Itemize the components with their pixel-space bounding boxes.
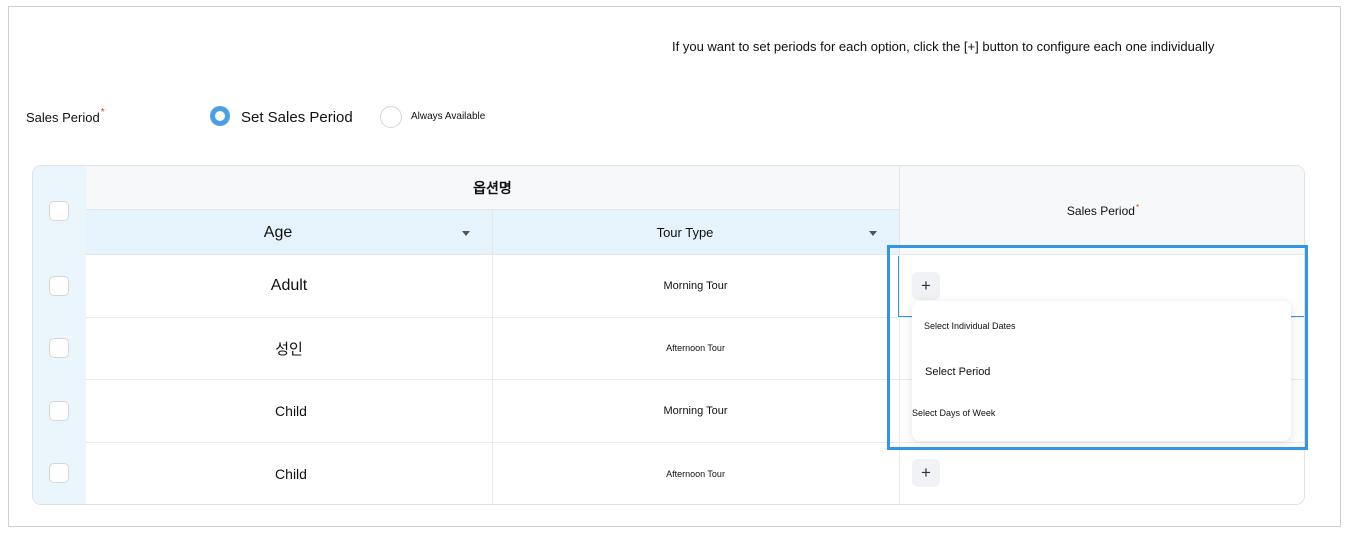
radio-selected-dot (215, 111, 225, 121)
sales-period-header-text: Sales Period (1066, 203, 1135, 218)
sales-period-header: Sales Period * (900, 166, 1304, 255)
add-period-button[interactable]: + (912, 459, 940, 487)
age-header-text: Age (263, 223, 293, 241)
row-checkbox[interactable] (49, 463, 69, 483)
row-tour-type-cell: Afternoon Tour (666, 469, 725, 479)
radio-always-available-label[interactable]: Always Available (411, 111, 485, 122)
tour-type-column-header: Tour Type (492, 210, 899, 255)
caret-down-icon[interactable] (869, 231, 877, 236)
option-name-header-text: 옵션명 (473, 180, 512, 196)
radio-set-sales-period-label[interactable]: Set Sales Period (241, 109, 353, 126)
age-column-header: Age (86, 210, 492, 255)
caret-down-icon[interactable] (462, 231, 470, 236)
tour-type-header-text: Tour Type (656, 225, 714, 240)
row-age-cell: Child (275, 466, 307, 482)
sales-period-column-header: Sales Period * (899, 166, 1304, 255)
row-tour-type-cell: Morning Tour (663, 280, 728, 292)
row-age-cell: 성인 (275, 340, 303, 358)
select-all-checkbox[interactable] (49, 201, 69, 221)
option-name-group-header: 옵션명 (86, 166, 899, 210)
row-age-cell: Child (275, 402, 307, 419)
row-tour-type-cell: Morning Tour (663, 404, 728, 417)
sales-period-label-text: Sales Period (26, 110, 100, 125)
highlight-box (887, 245, 1308, 450)
row-tour-type-cell: Afternoon Tour (666, 343, 725, 353)
required-mark: * (100, 107, 105, 118)
row-checkbox[interactable] (49, 276, 69, 296)
row-checkbox[interactable] (49, 401, 69, 421)
sales-period-label: Sales Period* (26, 107, 105, 125)
instruction-text: If you want to set periods for each opti… (672, 39, 1215, 54)
radio-always-available[interactable] (380, 106, 402, 128)
row-age-cell: Adult (270, 277, 308, 294)
row-checkbox[interactable] (49, 338, 69, 358)
required-mark: * (1135, 203, 1140, 212)
radio-set-sales-period[interactable] (210, 106, 230, 126)
